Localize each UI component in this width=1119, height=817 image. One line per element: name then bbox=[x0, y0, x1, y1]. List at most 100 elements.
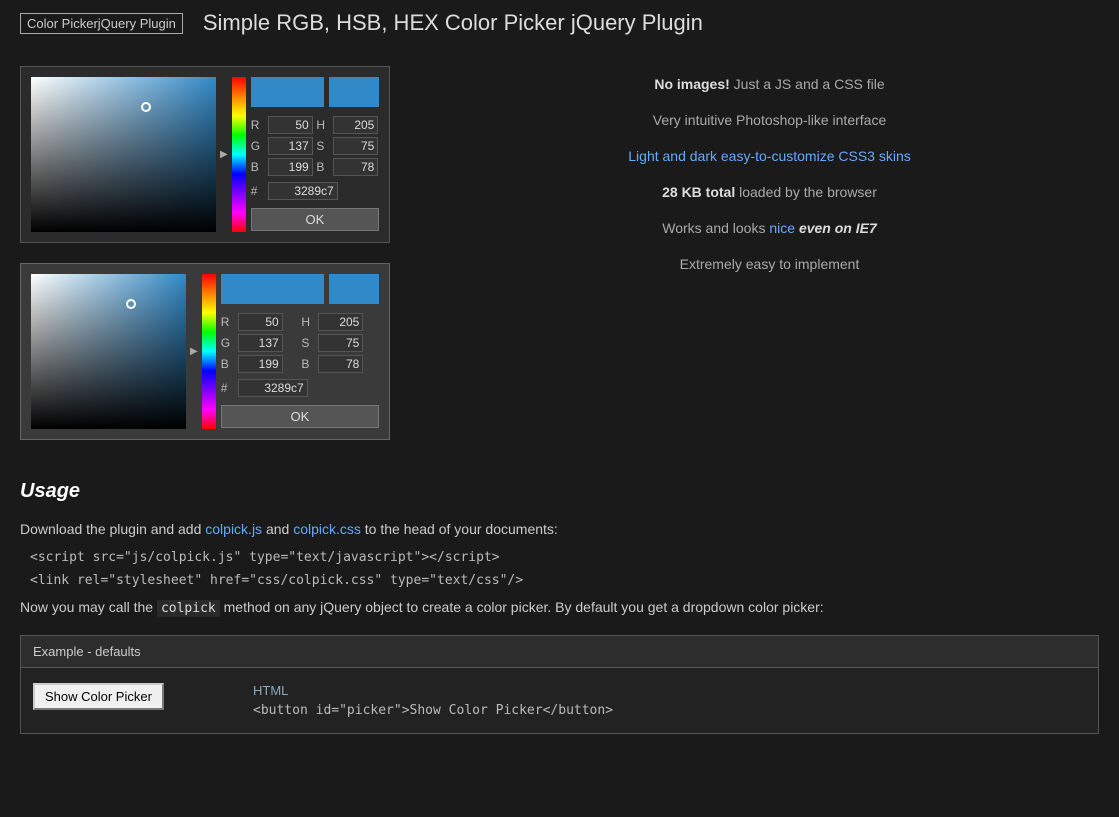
h-input-1[interactable] bbox=[333, 116, 378, 134]
g-label-1: G bbox=[251, 139, 265, 153]
b-input-2[interactable] bbox=[238, 355, 283, 373]
ok-button-1[interactable]: OK bbox=[251, 208, 379, 231]
code-block-2: <link rel="stylesheet" href="css/colpick… bbox=[20, 573, 1099, 588]
bh-input-2[interactable] bbox=[318, 355, 363, 373]
g-input-1[interactable] bbox=[268, 137, 313, 155]
easy-text: Extremely easy to implement bbox=[680, 256, 860, 272]
bh-label-2: B bbox=[301, 357, 315, 371]
picker-widget-2: ▶ R H G bbox=[20, 263, 390, 440]
call-code: colpick bbox=[157, 600, 220, 617]
b-input-row-1: B bbox=[251, 158, 314, 176]
usage-and: and bbox=[262, 521, 293, 537]
bh-label-1: B bbox=[316, 160, 330, 174]
picker-cursor-2 bbox=[126, 299, 136, 309]
picker-cursor-1 bbox=[141, 102, 151, 112]
r-input-row-2: R bbox=[221, 313, 299, 331]
picker-right-panel-2: R H G S B bbox=[221, 274, 379, 429]
s-input-row-1: S bbox=[316, 137, 379, 155]
preview-old-2 bbox=[329, 274, 379, 304]
ie7-accent: nice bbox=[769, 220, 795, 236]
bh-input-row-1: B bbox=[316, 158, 379, 176]
usage-intro-text: Download the plugin and add bbox=[20, 521, 205, 537]
picker-widget-1: ▶ R H bbox=[20, 66, 390, 243]
preview-old-1 bbox=[329, 77, 379, 107]
code-script: <script src="js/colpick.js" type="text/j… bbox=[30, 550, 500, 565]
r-input-1[interactable] bbox=[268, 116, 313, 134]
feature-size: 28 KB total loaded by the browser bbox=[440, 184, 1099, 200]
show-color-picker-button[interactable]: Show Color Picker bbox=[33, 683, 164, 710]
example-box: Example - defaults Show Color Picker HTM… bbox=[20, 635, 1099, 734]
no-images-bold: No images! bbox=[654, 76, 729, 92]
usage-section: Usage Download the plugin and add colpic… bbox=[0, 480, 1119, 754]
picker-previews-2 bbox=[221, 274, 379, 304]
hex-input-2[interactable] bbox=[238, 379, 308, 397]
feature-easy: Extremely easy to implement bbox=[440, 256, 1099, 272]
b-label-1: B bbox=[251, 160, 265, 174]
feature-intuitive: Very intuitive Photoshop-like interface bbox=[440, 112, 1099, 128]
hex-row-1: # bbox=[251, 182, 379, 200]
r-label-2: R bbox=[221, 315, 235, 329]
g-input-2[interactable] bbox=[238, 334, 283, 352]
h-label-1: H bbox=[316, 118, 330, 132]
no-images-rest: Just a JS and a CSS file bbox=[730, 76, 885, 92]
bh-input-1[interactable] bbox=[333, 158, 378, 176]
example-right: HTML <button id="picker">Show Color Pick… bbox=[253, 683, 1086, 718]
b-input-1[interactable] bbox=[268, 158, 313, 176]
file1-link[interactable]: colpick.js bbox=[205, 521, 262, 537]
page-title: Simple RGB, HSB, HEX Color Picker jQuery… bbox=[203, 10, 703, 36]
h-input-row-2: H bbox=[301, 313, 379, 331]
example-content: Show Color Picker HTML <button id="picke… bbox=[21, 668, 1098, 733]
picker-inputs-2: R H G S B bbox=[221, 313, 379, 373]
skins-link[interactable]: Light and dark easy-to-customize CSS3 sk… bbox=[628, 148, 910, 164]
g-input-row-2: G bbox=[221, 334, 299, 352]
s-label-2: S bbox=[301, 336, 315, 350]
usage-call-text: Now you may call the colpick method on a… bbox=[20, 596, 1099, 620]
h-input-2[interactable] bbox=[318, 313, 363, 331]
features-column: No images! Just a JS and a CSS file Very… bbox=[440, 66, 1099, 460]
file2-link[interactable]: colpick.css bbox=[293, 521, 361, 537]
ok-button-2[interactable]: OK bbox=[221, 405, 379, 428]
hex-input-1[interactable] bbox=[268, 182, 338, 200]
usage-intro: Download the plugin and add colpick.js a… bbox=[20, 518, 1099, 540]
call-text1: Now you may call the bbox=[20, 599, 157, 615]
preview-new-2 bbox=[221, 274, 324, 304]
r-label-1: R bbox=[251, 118, 265, 132]
html-label: HTML bbox=[253, 683, 1086, 698]
usage-heading: Usage bbox=[20, 480, 1099, 503]
size-rest: loaded by the browser bbox=[735, 184, 877, 200]
color-gradient-1[interactable] bbox=[31, 77, 216, 232]
header: Color PickerjQuery Plugin Simple RGB, HS… bbox=[0, 0, 1119, 46]
r-input-row-1: R bbox=[251, 116, 314, 134]
r-input-2[interactable] bbox=[238, 313, 283, 331]
call-text2: method on any jQuery object to create a … bbox=[220, 599, 824, 615]
h-input-row-1: H bbox=[316, 116, 379, 134]
intuitive-text: Very intuitive Photoshop-like interface bbox=[653, 112, 886, 128]
picker-inputs-1: R H G S B bbox=[251, 116, 379, 176]
left-column: ▶ R H bbox=[20, 66, 420, 460]
usage-rest: to the head of your documents: bbox=[361, 521, 558, 537]
logo-link[interactable]: Color PickerjQuery Plugin bbox=[20, 13, 183, 34]
picker-right-panel-1: R H G S B bbox=[251, 77, 379, 232]
g-input-row-1: G bbox=[251, 137, 314, 155]
example-left: Show Color Picker bbox=[33, 683, 233, 718]
hex-label-1: # bbox=[251, 184, 265, 198]
s-input-2[interactable] bbox=[318, 334, 363, 352]
g-label-2: G bbox=[221, 336, 235, 350]
s-input-row-2: S bbox=[301, 334, 379, 352]
color-gradient-2[interactable] bbox=[31, 274, 186, 429]
example-header-text: Example - defaults bbox=[33, 644, 141, 659]
s-input-1[interactable] bbox=[333, 137, 378, 155]
hue-bar-1[interactable] bbox=[232, 77, 246, 232]
h-label-2: H bbox=[301, 315, 315, 329]
s-label-1: S bbox=[316, 139, 330, 153]
hue-bar-2[interactable] bbox=[202, 274, 216, 429]
main-content: ▶ R H bbox=[0, 46, 1119, 480]
b-input-row-2: B bbox=[221, 355, 299, 373]
bh-input-row-2: B bbox=[301, 355, 379, 373]
hex-row-2: # bbox=[221, 379, 379, 397]
example-header: Example - defaults bbox=[21, 636, 1098, 668]
hex-label-2: # bbox=[221, 381, 235, 395]
feature-no-images: No images! Just a JS and a CSS file bbox=[440, 76, 1099, 92]
code-block-1: <script src="js/colpick.js" type="text/j… bbox=[20, 550, 1099, 565]
preview-new-1 bbox=[251, 77, 324, 107]
